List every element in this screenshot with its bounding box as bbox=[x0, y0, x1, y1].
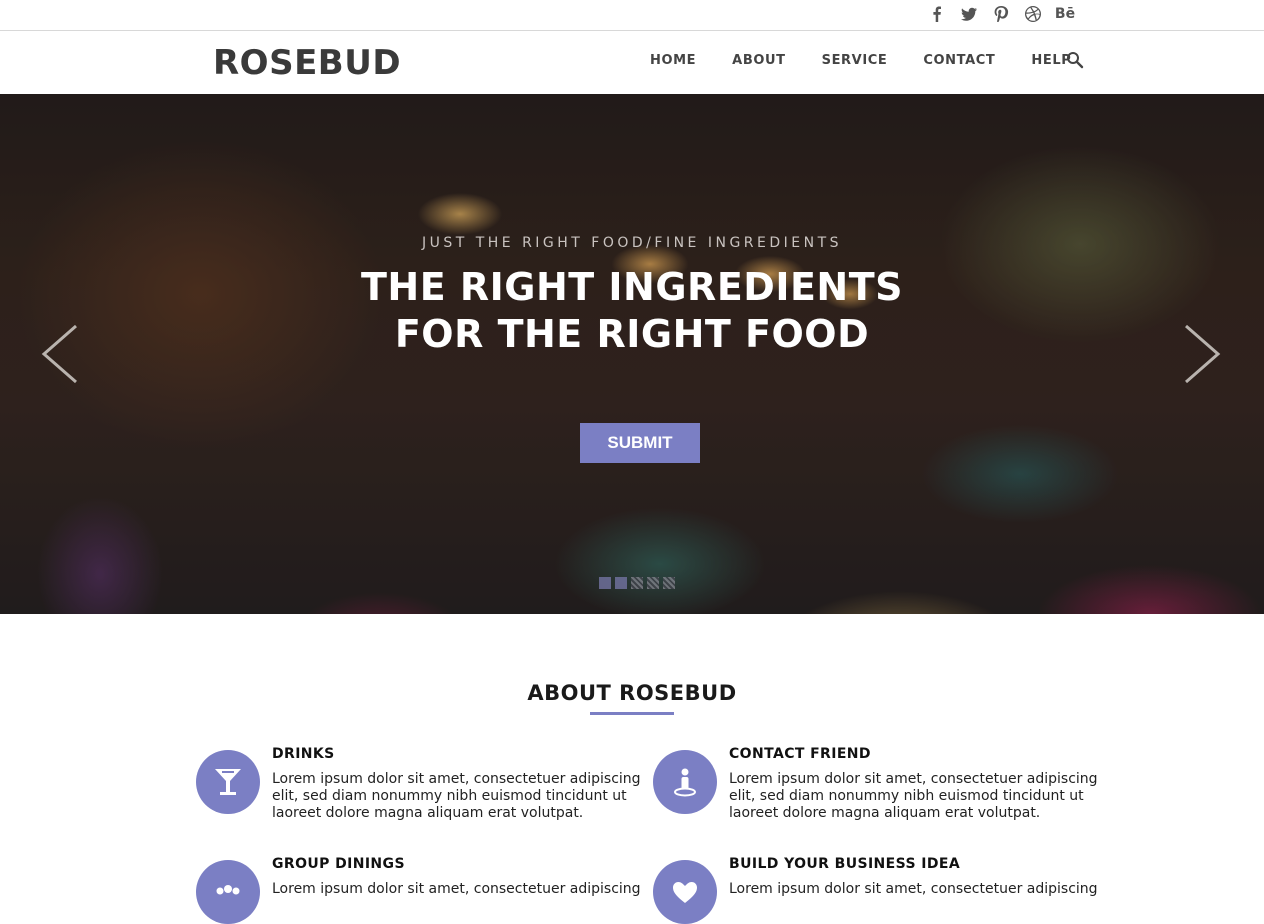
feature-title: BUILD YOUR BUSINESS IDEA bbox=[729, 856, 961, 872]
nav-contact[interactable]: CONTACT bbox=[905, 53, 1013, 68]
feature-text: Lorem ipsum dolor sit amet, consectetuer… bbox=[729, 771, 1098, 821]
pinterest-icon[interactable] bbox=[985, 4, 1017, 24]
group-icon bbox=[196, 860, 260, 924]
site-logo[interactable]: ROSEBUD bbox=[213, 43, 401, 83]
feature-text: Lorem ipsum dolor sit amet, consectetuer… bbox=[272, 881, 641, 897]
site-header: ROSEBUD HOME ABOUT SERVICE CONTACT HELP bbox=[0, 31, 1264, 94]
slide-dot[interactable] bbox=[599, 577, 611, 589]
slide-dot[interactable] bbox=[647, 577, 659, 589]
hero-slider: JUST THE RIGHT FOOD/FINE INGREDIENTS THE… bbox=[0, 94, 1264, 614]
facebook-icon[interactable] bbox=[921, 4, 953, 24]
social-links: Bē bbox=[921, 4, 1081, 24]
twitter-icon[interactable] bbox=[953, 4, 985, 24]
prev-slide-icon[interactable] bbox=[38, 322, 82, 386]
heart-pulse-icon bbox=[653, 860, 717, 924]
feature-text: Lorem ipsum dolor sit amet, consectetuer… bbox=[729, 881, 1098, 897]
feature-text: Lorem ipsum dolor sit amet, consectetuer… bbox=[272, 771, 641, 821]
hero-title-line2: FOR THE RIGHT FOOD bbox=[394, 312, 870, 356]
social-bar: Bē bbox=[0, 0, 1264, 31]
behance-icon[interactable]: Bē bbox=[1049, 4, 1081, 24]
feature-title: CONTACT FRIEND bbox=[729, 746, 871, 762]
about-title: ABOUT ROSEBUD bbox=[527, 681, 737, 705]
dribbble-icon[interactable] bbox=[1017, 4, 1049, 24]
hero-title: THE RIGHT INGREDIENTS FOR THE RIGHT FOOD bbox=[0, 264, 1264, 358]
slide-dot[interactable] bbox=[663, 577, 675, 589]
nav-service[interactable]: SERVICE bbox=[804, 53, 906, 68]
search-icon[interactable] bbox=[1066, 51, 1084, 69]
slide-dot[interactable] bbox=[631, 577, 643, 589]
main-nav: HOME ABOUT SERVICE CONTACT HELP bbox=[632, 51, 1089, 69]
nav-about[interactable]: ABOUT bbox=[714, 53, 803, 68]
nav-home[interactable]: HOME bbox=[632, 53, 714, 68]
cocktail-icon bbox=[196, 750, 260, 814]
feature-title: DRINKS bbox=[272, 746, 335, 762]
slide-dot[interactable] bbox=[615, 577, 627, 589]
slide-indicators bbox=[599, 577, 675, 589]
submit-button[interactable]: SUBMIT bbox=[580, 423, 700, 463]
hero-title-line1: THE RIGHT INGREDIENTS bbox=[360, 265, 904, 309]
feature-title: GROUP DININGS bbox=[272, 856, 405, 872]
about-title-underline bbox=[590, 712, 674, 715]
hero-subtitle: JUST THE RIGHT FOOD/FINE INGREDIENTS bbox=[421, 235, 843, 251]
person-icon bbox=[653, 750, 717, 814]
next-slide-icon[interactable] bbox=[1180, 322, 1224, 386]
